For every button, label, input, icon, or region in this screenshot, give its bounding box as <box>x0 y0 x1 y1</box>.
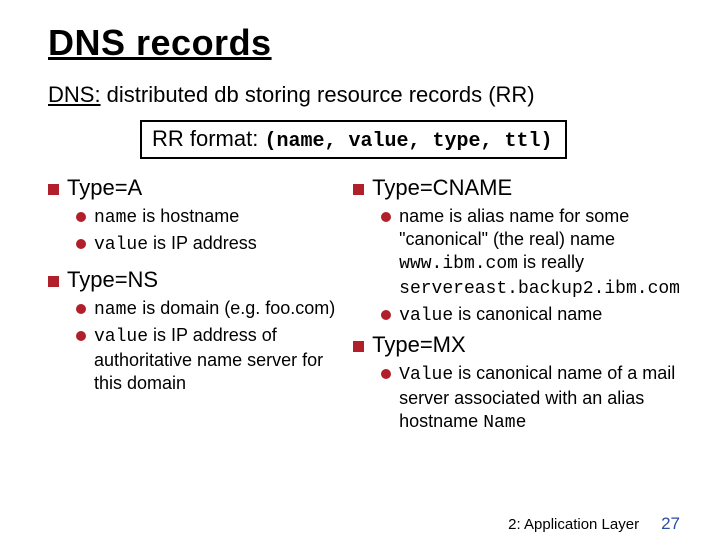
list-item: name is alias name for some "canonical" … <box>381 205 680 301</box>
type-a-heading: Type=A <box>48 175 341 201</box>
list-item: Value is canonical name of a mail server… <box>381 362 680 435</box>
slide-subtitle: DNS: distributed db storing resource rec… <box>48 82 680 108</box>
type-ns-sublist: name is domain (e.g. foo.com) value is I… <box>76 297 341 395</box>
bullet-text: name is hostname <box>94 205 239 230</box>
footer-page-number: 27 <box>661 514 680 534</box>
type-mx-label: Type=MX <box>372 332 466 358</box>
bullet-text: Value is canonical name of a mail server… <box>399 362 680 435</box>
subtitle-rest: distributed db storing resource records … <box>101 82 535 107</box>
type-mx-heading: Type=MX <box>353 332 680 358</box>
footer-section: 2: Application Layer <box>508 516 639 533</box>
list-item: value is canonical name <box>381 303 680 328</box>
bullet-text: value is canonical name <box>399 303 602 328</box>
type-a-label: Type=A <box>67 175 142 201</box>
circle-bullet-icon <box>381 212 391 222</box>
type-cname-label: Type=CNAME <box>372 175 512 201</box>
list-item: value is IP address of authoritative nam… <box>76 324 341 395</box>
bullet-text: name is domain (e.g. foo.com) <box>94 297 335 322</box>
circle-bullet-icon <box>381 369 391 379</box>
slide-footer: 2: Application Layer 27 <box>508 514 680 534</box>
type-mx-sublist: Value is canonical name of a mail server… <box>381 362 680 435</box>
type-a-sublist: name is hostname value is IP address <box>76 205 341 257</box>
circle-bullet-icon <box>76 331 86 341</box>
bullet-text: value is IP address <box>94 232 257 257</box>
bullet-text: value is IP address of authoritative nam… <box>94 324 341 395</box>
rr-format-label: RR format: <box>152 126 264 151</box>
square-bullet-icon <box>48 276 59 287</box>
circle-bullet-icon <box>76 212 86 222</box>
left-column: Type=A name is hostname value is IP addr… <box>48 173 341 437</box>
list-item: name is domain (e.g. foo.com) <box>76 297 341 322</box>
circle-bullet-icon <box>76 304 86 314</box>
subtitle-prefix: DNS: <box>48 82 101 107</box>
list-item: value is IP address <box>76 232 341 257</box>
rr-format-tuple: (name, value, type, ttl) <box>264 130 552 153</box>
bullet-text: name is alias name for some "canonical" … <box>399 205 680 301</box>
type-cname-heading: Type=CNAME <box>353 175 680 201</box>
slide-title: DNS records <box>48 22 680 64</box>
rr-format-box: RR format: (name, value, type, ttl) <box>140 120 567 159</box>
square-bullet-icon <box>353 184 364 195</box>
type-ns-label: Type=NS <box>67 267 158 293</box>
right-column: Type=CNAME name is alias name for some "… <box>353 173 680 437</box>
type-cname-sublist: name is alias name for some "canonical" … <box>381 205 680 328</box>
square-bullet-icon <box>48 184 59 195</box>
list-item: name is hostname <box>76 205 341 230</box>
circle-bullet-icon <box>381 310 391 320</box>
square-bullet-icon <box>353 341 364 352</box>
type-ns-heading: Type=NS <box>48 267 341 293</box>
circle-bullet-icon <box>76 239 86 249</box>
content-columns: Type=A name is hostname value is IP addr… <box>48 173 680 437</box>
